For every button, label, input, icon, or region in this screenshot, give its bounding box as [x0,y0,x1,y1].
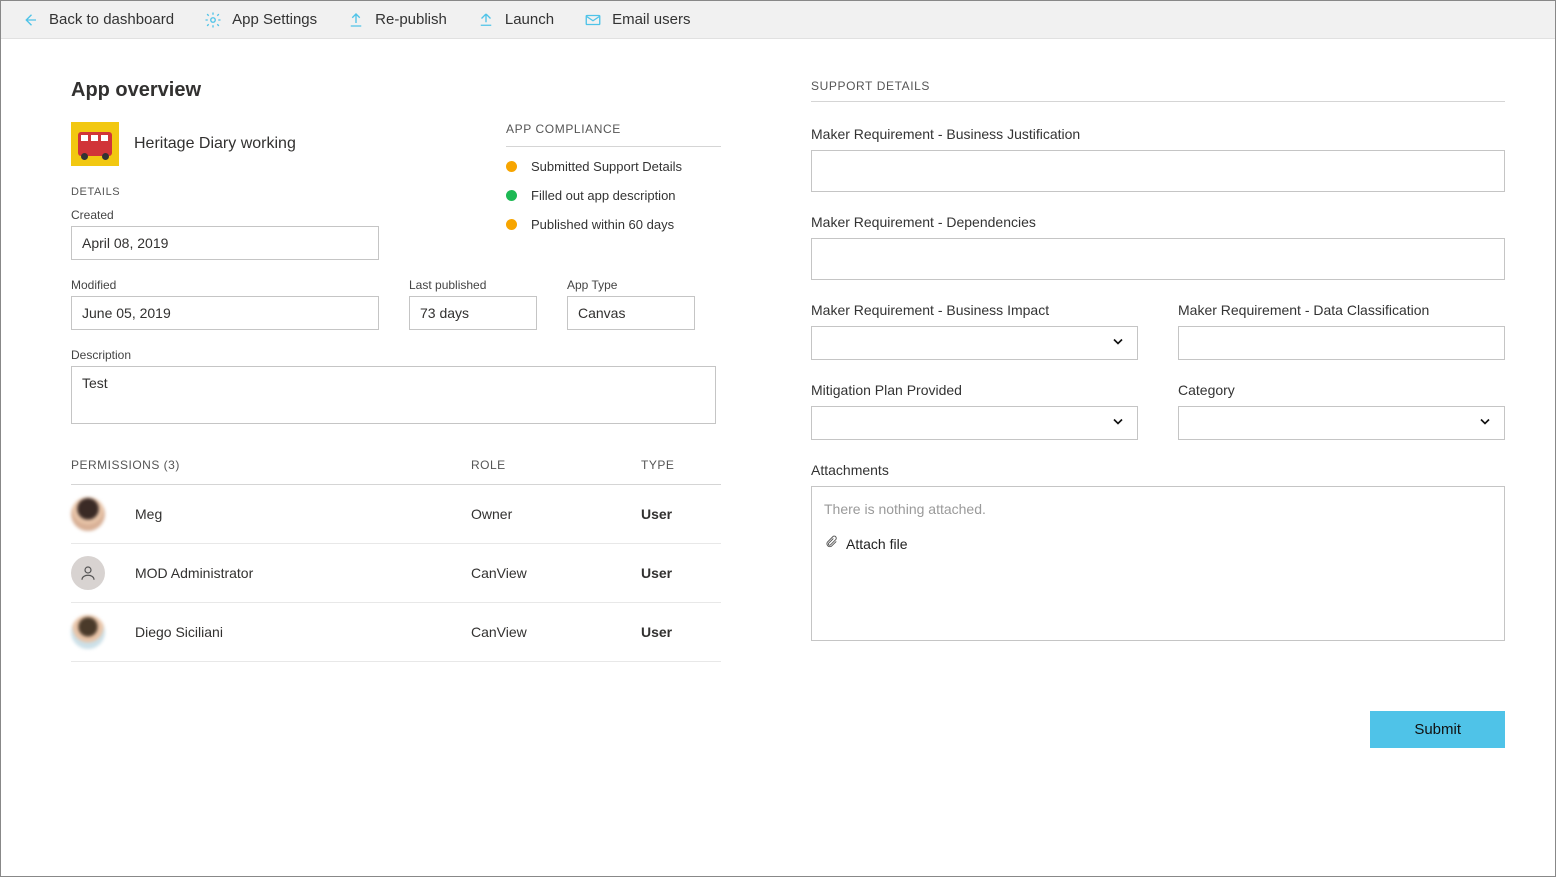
email-label: Email users [612,11,690,28]
perm-type: User [641,565,721,581]
compliance-item: Filled out app description [506,188,721,203]
mail-icon [584,11,602,29]
support-section-label: SUPPORT DETAILS [811,79,1505,102]
upload-icon [347,11,365,29]
modified-value: June 05, 2019 [71,296,379,330]
back-label: Back to dashboard [49,11,174,28]
created-label: Created [71,208,446,222]
attachments-label: Attachments [811,462,1505,478]
compliance-item: Submitted Support Details [506,159,721,174]
created-value: April 08, 2019 [71,226,379,260]
dependencies-input[interactable] [811,238,1505,280]
category-select[interactable] [1178,406,1505,440]
app-type-label: App Type [567,278,695,292]
mitigation-label: Mitigation Plan Provided [811,382,1138,398]
republish-label: Re-publish [375,11,447,28]
avatar [71,556,105,590]
table-row: Diego Siciliani CanView User [71,603,721,662]
details-section-label: DETAILS [71,186,446,198]
gear-icon [204,11,222,29]
perm-name: Diego Siciliani [135,624,223,640]
mitigation-select[interactable] [811,406,1138,440]
description-value: Test [71,366,716,424]
compliance-section-label: APP COMPLIANCE [506,122,721,147]
description-label: Description [71,348,716,362]
biz-justification-input[interactable] [811,150,1505,192]
role-header: ROLE [471,458,641,472]
permissions-header: PERMISSIONS (3) ROLE TYPE [71,458,721,485]
launch-link[interactable]: Launch [477,11,554,29]
biz-justification-label: Maker Requirement - Business Justificati… [811,126,1505,142]
biz-impact-select[interactable] [811,326,1138,360]
settings-label: App Settings [232,11,317,28]
category-label: Category [1178,382,1505,398]
compliance-text: Filled out app description [531,188,676,203]
perm-role: CanView [471,565,641,581]
back-to-dashboard-link[interactable]: Back to dashboard [21,11,174,29]
avatar [71,497,105,531]
perm-name: Meg [135,506,162,522]
arrow-left-icon [21,11,39,29]
status-dot-green-icon [506,190,517,201]
republish-link[interactable]: Re-publish [347,11,447,29]
perm-role: Owner [471,506,641,522]
perm-role: CanView [471,624,641,640]
last-published-value: 73 days [409,296,537,330]
attach-file-label: Attach file [846,536,907,552]
app-type-value: Canvas [567,296,695,330]
type-header: TYPE [641,458,721,472]
avatar [71,615,105,649]
status-dot-orange-icon [506,161,517,172]
perm-name: MOD Administrator [135,565,253,581]
data-class-label: Maker Requirement - Data Classification [1178,302,1505,318]
app-icon [71,122,119,166]
compliance-text: Submitted Support Details [531,159,682,174]
share-icon [477,11,495,29]
dependencies-label: Maker Requirement - Dependencies [811,214,1505,230]
compliance-text: Published within 60 days [531,217,674,232]
modified-label: Modified [71,278,379,292]
attachments-box: There is nothing attached. Attach file [811,486,1505,641]
attachments-empty-text: There is nothing attached. [824,501,1492,517]
app-settings-link[interactable]: App Settings [204,11,317,29]
perm-type: User [641,506,721,522]
last-published-label: Last published [409,278,537,292]
table-row: Meg Owner User [71,485,721,544]
top-toolbar: Back to dashboard App Settings Re-publis… [1,1,1555,39]
compliance-item: Published within 60 days [506,217,721,232]
page-title: App overview [71,79,721,102]
email-users-link[interactable]: Email users [584,11,690,29]
app-name: Heritage Diary working [134,135,296,153]
paperclip-icon [824,535,838,552]
permissions-title: PERMISSIONS (3) [71,458,471,472]
data-class-input[interactable] [1178,326,1505,360]
biz-impact-label: Maker Requirement - Business Impact [811,302,1138,318]
launch-label: Launch [505,11,554,28]
status-dot-orange-icon [506,219,517,230]
perm-type: User [641,624,721,640]
attach-file-button[interactable]: Attach file [824,535,1492,552]
table-row: MOD Administrator CanView User [71,544,721,603]
submit-button[interactable]: Submit [1370,711,1505,748]
